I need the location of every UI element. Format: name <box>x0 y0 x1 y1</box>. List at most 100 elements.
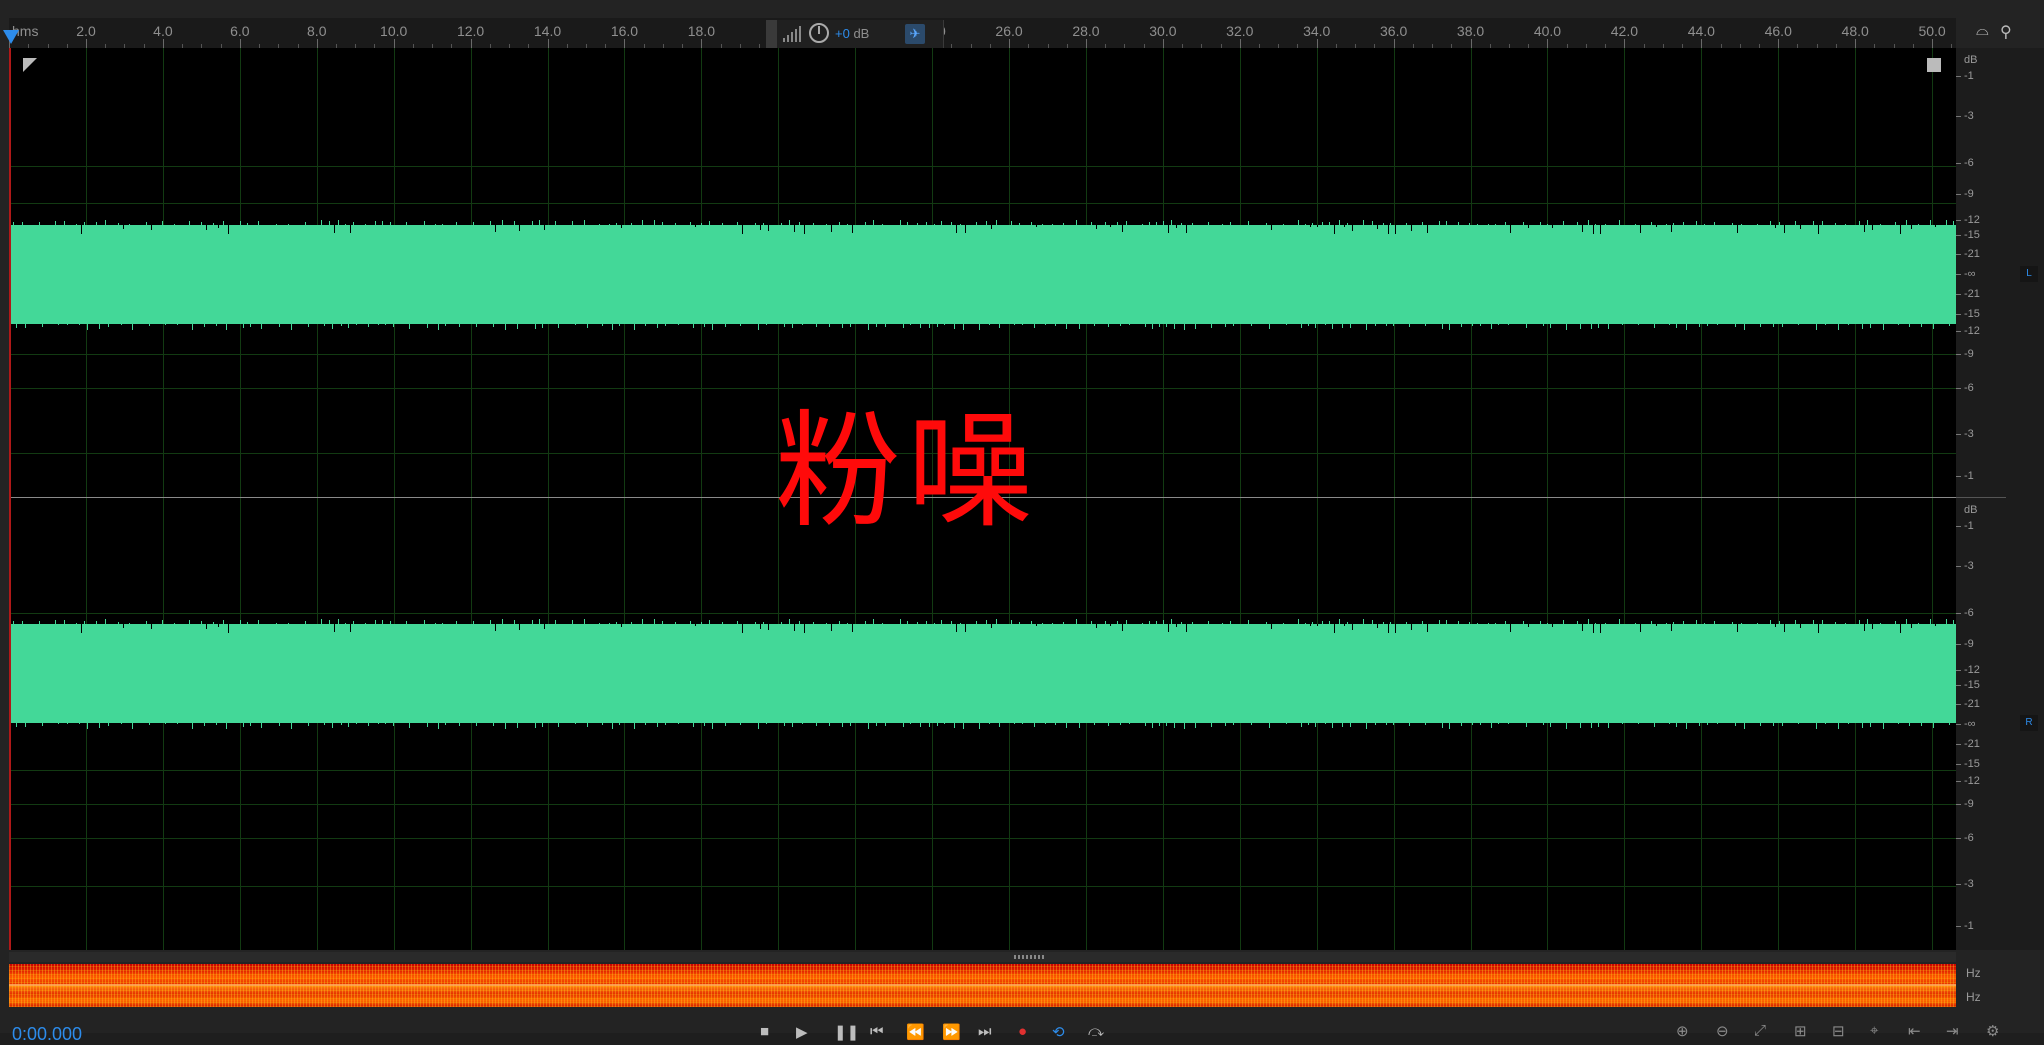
db-tick-label: -15 <box>1964 229 1980 241</box>
db-scale[interactable]: dB -1 -3 -6 -9 -12 -15 -21 -∞ -21 -15 -12 -9 -6 -3 -1 dB… <box>1956 48 2006 950</box>
waveform-dip <box>1344 624 1345 626</box>
waveform-peak <box>1174 324 1175 329</box>
waveform-dip <box>768 225 769 231</box>
waveform-peak <box>766 723 767 724</box>
time-readout[interactable]: 0:00.000 <box>12 1024 82 1045</box>
ruler-tick-mark <box>547 39 549 48</box>
zoom-right-icon[interactable]: ⇥ <box>1946 1022 1959 1040</box>
waveform-peak <box>438 324 439 330</box>
marker-pin-icon[interactable]: ⚲ <box>2000 22 2012 42</box>
go-to-end-icon[interactable]: ⏭ <box>978 1023 992 1040</box>
waveform-dip <box>519 225 520 231</box>
waveform-peak <box>1171 619 1172 624</box>
db-tick-mark <box>1956 838 1961 839</box>
fade-in-handle-icon[interactable] <box>23 58 37 72</box>
waveform-peak <box>1363 619 1364 624</box>
hud-grip-handle[interactable] <box>767 20 777 48</box>
waveform-peak <box>1042 224 1043 225</box>
pause-icon[interactable]: ❚❚ <box>834 1023 859 1041</box>
ruler-tick-label: 16.0 <box>610 23 639 39</box>
waveform-peak <box>910 324 911 325</box>
pin-icon[interactable]: ✈ <box>905 24 925 44</box>
waveform-peak <box>1895 222 1896 225</box>
waveform-peak <box>829 723 830 726</box>
waveform-peak <box>1543 324 1544 326</box>
waveform-peak <box>609 623 610 624</box>
skip-selection-icon[interactable]: ⤼ <box>1088 1023 1104 1040</box>
waveform-peak <box>1595 623 1596 624</box>
waveform-peak <box>1825 324 1826 325</box>
rewind-icon[interactable]: ⏪ <box>906 1023 925 1041</box>
waveform-peak <box>382 620 383 624</box>
waveform-peak <box>308 324 309 327</box>
channel-left-badge[interactable]: L <box>2020 266 2038 282</box>
waveform-peak <box>22 621 23 624</box>
amplitude-hud[interactable]: +0 dB ✈ <box>766 20 944 48</box>
fast-forward-icon[interactable]: ⏩ <box>942 1023 961 1041</box>
play-icon[interactable]: ▶ <box>796 1023 808 1041</box>
waveform-peak <box>42 723 43 726</box>
spectral-resize-bar[interactable] <box>9 952 1956 962</box>
waveform-peak <box>1055 723 1056 725</box>
zoom-out-amplitude-icon[interactable]: ⊖ <box>1716 1022 1729 1040</box>
waveform-peak <box>1011 620 1012 624</box>
timeline-ruler[interactable]: hms 2.04.06.08.010.012.014.016.018.024.0… <box>9 18 1956 49</box>
waveform-peak <box>1142 623 1143 624</box>
waveform-peak <box>999 324 1000 328</box>
waveform-peak <box>1442 723 1443 728</box>
waveform-peak <box>329 221 330 225</box>
waveform-peak <box>1091 621 1092 624</box>
zoom-in-time-icon[interactable]: ⊞ <box>1794 1022 1807 1040</box>
waveform-peak <box>1034 324 1035 328</box>
go-to-start-icon[interactable]: ⏮ <box>870 1023 884 1040</box>
waveform-peak <box>602 324 603 326</box>
waveform-peak <box>701 223 702 225</box>
waveform-peak <box>907 621 908 624</box>
waveform-peak <box>385 723 386 724</box>
record-icon[interactable]: ● <box>1018 1023 1027 1040</box>
waveform-peak <box>1598 723 1599 727</box>
gain-value: +0 <box>835 26 850 41</box>
waveform-peak <box>456 222 457 225</box>
channel-right[interactable] <box>9 498 1957 950</box>
waveform-peak <box>1635 623 1636 624</box>
waveform-peak <box>174 224 175 225</box>
waveform-peak <box>356 723 357 724</box>
waveform-peak <box>1880 224 1881 225</box>
zoom-full-icon[interactable]: ⤢ <box>1754 1022 1766 1039</box>
waveform-peak <box>1773 723 1774 726</box>
fade-out-handle-icon[interactable] <box>1927 58 1941 72</box>
waveform-peak <box>42 324 43 327</box>
spectral-frequency-display[interactable] <box>9 964 1956 1007</box>
resize-grip[interactable] <box>1014 955 1044 959</box>
waveform-peak <box>1120 324 1121 326</box>
stop-icon[interactable]: ■ <box>760 1023 769 1040</box>
settings-icon[interactable]: ⚙ <box>1986 1022 1999 1040</box>
waveform-peak <box>1883 723 1884 729</box>
waveform-dip <box>1271 624 1272 629</box>
playhead-marker-icon[interactable] <box>3 30 19 44</box>
zoom-left-icon[interactable]: ⇤ <box>1908 1022 1921 1040</box>
waveform-peak <box>1063 622 1064 624</box>
zoom-selection-icon[interactable]: ⌖ <box>1870 1022 1878 1039</box>
zoom-in-amplitude-icon[interactable]: ⊕ <box>1676 1022 1689 1040</box>
volume-knob-icon[interactable] <box>809 23 829 43</box>
waveform-peak <box>1595 224 1596 225</box>
waveform-peak <box>1066 324 1067 329</box>
waveform-peak <box>631 223 632 225</box>
channel-right-badge[interactable]: R <box>2020 715 2038 731</box>
waveform-peak <box>1149 222 1150 225</box>
gain-readout[interactable]: +0 dB <box>835 26 869 41</box>
loop-icon[interactable]: ⟲ <box>1052 1023 1065 1041</box>
waveform-dip <box>1640 225 1641 233</box>
zoom-out-time-icon[interactable]: ⊟ <box>1832 1022 1845 1040</box>
waveform-peak <box>1770 221 1771 225</box>
waveform-dip <box>1911 624 1912 628</box>
headphones-icon[interactable]: ⌓ <box>1976 22 1989 40</box>
waveform-dip <box>1186 624 1187 632</box>
waveform-peak <box>816 723 817 726</box>
waveform-peak <box>903 723 904 727</box>
waveform-peak <box>442 224 443 225</box>
waveform-dip <box>1176 225 1177 228</box>
waveform-dip <box>1818 225 1819 234</box>
